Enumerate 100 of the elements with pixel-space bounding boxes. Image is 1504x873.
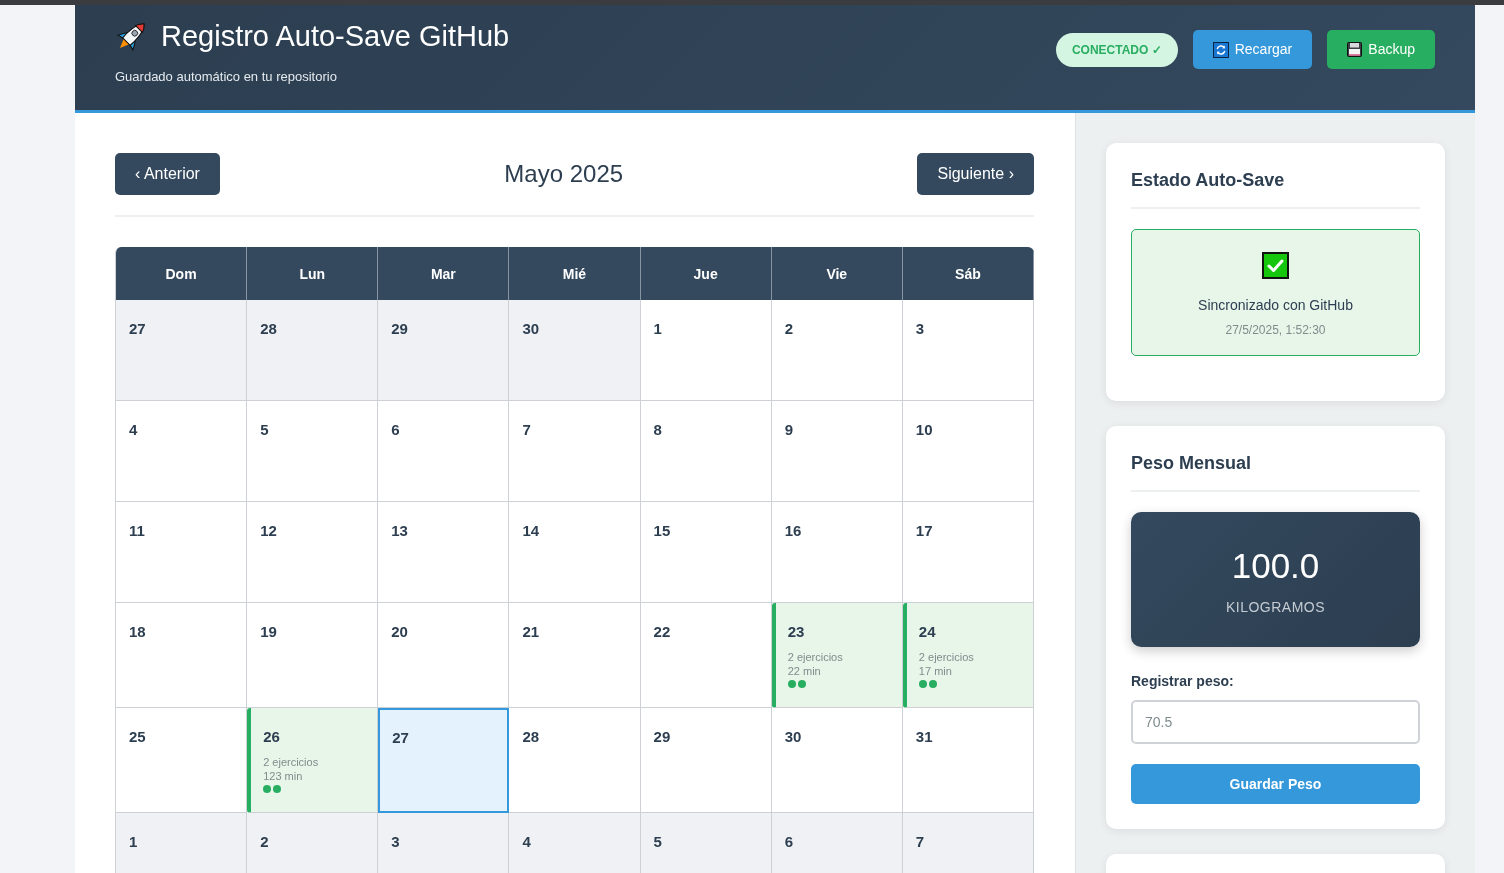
weekday-header: Sáb — [902, 247, 1034, 300]
calendar-day-cell[interactable]: 6 — [771, 813, 903, 873]
workout-duration: 123 min — [263, 769, 303, 783]
month-title: Mayo 2025 — [504, 160, 624, 188]
calendar-day-cell[interactable]: 11 — [116, 502, 248, 603]
calendar-day-cell[interactable]: 30 — [509, 300, 641, 401]
day-number: 1 — [129, 833, 138, 851]
day-number: 3 — [915, 320, 925, 338]
calendar-day-cell[interactable]: 9 — [771, 401, 903, 502]
calendar-day-cell[interactable]: 28 — [509, 708, 641, 813]
calendar-day-cell[interactable]: 26 2 ejercicios 123 min — [247, 708, 379, 813]
calendar-day-cell[interactable]: 27 — [116, 300, 248, 401]
day-number: 21 — [522, 623, 540, 641]
day-number: 27 — [129, 320, 146, 338]
workout-duration: 17 min — [918, 664, 952, 678]
day-number: 5 — [260, 421, 269, 439]
day-number: 9 — [784, 421, 794, 439]
checkmark-icon — [1262, 252, 1289, 279]
day-number: 7 — [522, 421, 531, 439]
calendar-day-cell[interactable]: 19 — [247, 603, 379, 708]
calendar-day-cell[interactable]: 28 — [247, 300, 379, 401]
calendar-day-cell[interactable]: 2 — [247, 813, 379, 873]
calendar-day-cell[interactable]: 14 — [509, 502, 641, 603]
calendar-day-cell[interactable]: 13 — [378, 502, 510, 603]
calendar-day-cell[interactable]: 7 — [902, 813, 1034, 873]
day-number: 15 — [653, 522, 671, 540]
calendar-day-cell[interactable]: 31 — [902, 708, 1034, 813]
day-number: 4 — [522, 833, 531, 851]
day-number: 3 — [391, 833, 400, 851]
calendar-day-cell[interactable]: 18 — [116, 603, 248, 708]
calendar-day-cell[interactable]: 22 — [640, 603, 772, 708]
weight-value: 100.0 — [1231, 544, 1320, 587]
day-number: 14 — [522, 522, 540, 540]
weekday-header: Jue — [640, 247, 772, 300]
day-number: 11 — [129, 522, 145, 540]
day-number: 8 — [653, 421, 662, 439]
calendar-day-cell[interactable]: 5 — [247, 401, 379, 502]
sync-timestamp: 27/5/2025, 1:52:30 — [1225, 323, 1326, 337]
day-number: 17 — [915, 522, 933, 540]
calendar-day-cell[interactable]: 17 — [902, 502, 1034, 603]
day-number: 25 — [129, 728, 146, 746]
day-number: 26 — [263, 728, 280, 746]
calendar-day-cell[interactable]: 8 — [640, 401, 772, 502]
calendar-day-cell[interactable]: 3 — [902, 300, 1034, 401]
calendar-day-cell[interactable]: 25 — [116, 708, 248, 813]
weight-unit: KILOGRAMOS — [1225, 598, 1326, 615]
weight-input-field[interactable]: 70.5 — [1131, 700, 1420, 744]
day-number: 13 — [391, 522, 408, 540]
calendar-day-cell[interactable]: 29 — [640, 708, 772, 813]
calendar-day-cell[interactable]: 24 2 ejercicios 17 min — [902, 603, 1034, 708]
app-subtitle: Guardado automático en tu repositorio — [115, 69, 337, 84]
exercise-count: 2 ejercicios — [263, 755, 319, 769]
day-number: 10 — [915, 421, 933, 439]
calendar-day-cell[interactable]: 16 — [771, 502, 903, 603]
sync-status-text: Sincronizado con GitHub — [1198, 297, 1353, 313]
calendar-day-cell[interactable]: 15 — [640, 502, 772, 603]
refresh-icon — [1212, 41, 1229, 58]
day-number: 30 — [784, 728, 802, 746]
day-number: 31 — [915, 728, 933, 746]
calendar-day-cell[interactable]: 3 — [378, 813, 510, 873]
day-number: 28 — [522, 728, 540, 746]
calendar-day-cell[interactable]: 10 — [902, 401, 1034, 502]
exercise-count: 2 ejercicios — [787, 650, 843, 664]
calendar-day-cell[interactable]: 27 — [378, 708, 510, 813]
calendar-day-cell[interactable]: 7 — [509, 401, 641, 502]
day-number: 24 — [918, 623, 936, 641]
calendar-day-cell[interactable]: 20 — [378, 603, 510, 708]
calendar-day-cell[interactable]: 1 — [640, 300, 772, 401]
weekday-header: Mié — [509, 247, 641, 300]
next-month-button[interactable]: Siguiente › — [917, 153, 1034, 195]
weekday-header: Dom — [116, 247, 248, 300]
calendar-day-cell[interactable]: 29 — [378, 300, 510, 401]
day-number: 16 — [784, 522, 802, 540]
calendar-day-cell[interactable]: 23 2 ejercicios 22 min — [771, 603, 903, 708]
field-label: Registrar peso: — [1131, 673, 1234, 689]
calendar-day-cell[interactable]: 1 — [116, 813, 248, 873]
day-number: 28 — [260, 320, 277, 338]
day-number: 5 — [653, 833, 662, 851]
day-number: 29 — [391, 320, 408, 338]
day-number: 2 — [784, 320, 794, 338]
app-title: Registro Auto-Save GitHub — [161, 19, 510, 53]
day-number: 29 — [653, 728, 671, 746]
connection-status-badge: CONECTADO ✓ — [1055, 32, 1178, 67]
day-number: 2 — [260, 833, 269, 851]
day-number: 6 — [391, 421, 400, 439]
calendar-day-cell[interactable]: 4 — [116, 401, 248, 502]
weekday-header: Mar — [378, 247, 510, 300]
exercise-count: 2 ejercicios — [918, 650, 974, 664]
day-number: 20 — [391, 623, 408, 641]
day-number: 1 — [653, 320, 662, 338]
calendar-day-cell[interactable]: 5 — [640, 813, 772, 873]
day-number: 12 — [260, 522, 277, 540]
calendar-day-cell[interactable]: 30 — [771, 708, 903, 813]
previous-month-button[interactable]: ‹ Anterior — [115, 153, 220, 195]
calendar-day-cell[interactable]: 21 — [509, 603, 641, 708]
workout-duration: 22 min — [787, 664, 821, 678]
calendar-day-cell[interactable]: 2 — [771, 300, 903, 401]
calendar-day-cell[interactable]: 4 — [509, 813, 641, 873]
calendar-day-cell[interactable]: 6 — [378, 401, 510, 502]
calendar-day-cell[interactable]: 12 — [247, 502, 379, 603]
